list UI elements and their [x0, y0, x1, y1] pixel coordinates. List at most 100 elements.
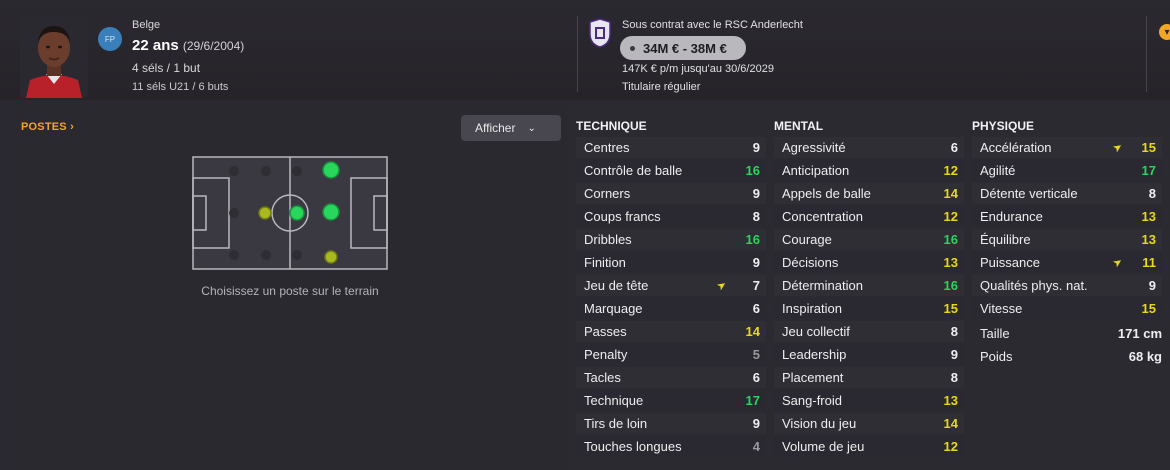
attribute-row[interactable]: Anticipation 12 — [774, 160, 964, 181]
attribute-row[interactable]: Courage 16 — [774, 229, 964, 250]
attribute-row[interactable]: Jeu de tête ➤ 7 — [576, 275, 766, 296]
nationality: Belge — [132, 19, 161, 31]
squad-status: Titulaire régulier — [622, 81, 701, 93]
attribute-row[interactable]: Technique 17 — [576, 390, 766, 411]
attribute-label: Vision du jeu — [782, 416, 857, 431]
attribute-value: 5 — [752, 347, 760, 362]
attribute-label: Concentration — [782, 209, 863, 224]
attribute-row[interactable]: Penalty 5 — [576, 344, 766, 365]
attribute-value: 17 — [1141, 163, 1156, 178]
technique-title: TECHNIQUE — [576, 119, 647, 133]
attribute-label: Corners — [584, 186, 631, 201]
attribute-value: 16 — [943, 278, 958, 293]
positions-title[interactable]: POSTES › — [21, 121, 74, 133]
attribute-value: 13 — [943, 393, 958, 408]
date-of-birth: (29/6/2004) — [182, 39, 245, 53]
chevron-down-icon: ⌄ — [527, 122, 536, 134]
attribute-row[interactable]: Leadership 9 — [774, 344, 964, 365]
attribute-label: Marquage — [584, 301, 643, 316]
attribute-value: 16 — [745, 163, 760, 178]
attribute-row[interactable]: Inspiration 15 — [774, 298, 964, 319]
attribute-value: 9 — [752, 186, 760, 201]
attribute-label: Touches longues — [584, 439, 682, 454]
attribute-row[interactable]: Coups francs 8 — [576, 206, 766, 227]
transfer-value-pill[interactable]: 34M € - 38M € — [620, 36, 746, 60]
attribute-label: Tacles — [584, 370, 621, 385]
attribute-row[interactable]: Qualités phys. nat. 9 — [972, 275, 1162, 296]
attribute-row[interactable]: Appels de balle 14 — [774, 183, 964, 204]
attribute-row[interactable]: Jeu collectif 8 — [774, 321, 964, 342]
player-avatar — [20, 14, 88, 98]
attribute-value: 15 — [943, 301, 958, 316]
attribute-label: Technique — [584, 393, 644, 408]
height-label: Taille — [980, 326, 1010, 341]
attribute-row[interactable]: Accélération ➤ 15 — [972, 137, 1162, 158]
attribute-row[interactable]: Détente verticale 8 — [972, 183, 1162, 204]
international-caps: 4 séls / 1 but — [132, 61, 201, 75]
physique-title: PHYSIQUE — [972, 119, 1035, 133]
attribute-row[interactable]: Vision du jeu 14 — [774, 413, 964, 434]
attribute-label: Décisions — [782, 255, 839, 270]
attribute-label: Contrôle de balle — [584, 163, 683, 178]
positions-pitch[interactable] — [192, 156, 388, 270]
attribute-label: Penalty — [584, 347, 628, 362]
attribute-row[interactable]: Corners 9 — [576, 183, 766, 204]
attribute-row[interactable]: Finition 9 — [576, 252, 766, 273]
wage-info: 147K € p/m jusqu'au 30/6/2029 — [622, 63, 774, 75]
attribute-value: 12 — [943, 209, 958, 224]
weight-row: Poids 68 kg — [972, 346, 1168, 367]
attribute-row[interactable]: Touches longues 4 — [576, 436, 766, 457]
contract-info[interactable]: Sous contrat avec le RSC Anderlecht — [622, 19, 803, 31]
attribute-value: 7 — [752, 278, 760, 293]
attribute-label: Finition — [584, 255, 626, 270]
attribute-label: Tirs de loin — [584, 416, 648, 431]
attribute-label: Détermination — [782, 278, 863, 293]
attribute-label: Dribbles — [584, 232, 632, 247]
attribute-row[interactable]: Placement 8 — [774, 367, 964, 388]
attribute-value: 6 — [752, 370, 760, 385]
attribute-row[interactable]: Agilité 17 — [972, 160, 1162, 181]
attribute-row[interactable]: Volume de jeu 12 — [774, 436, 964, 457]
attribute-label: Jeu collectif — [782, 324, 850, 339]
attribute-row[interactable]: Sang-froid 13 — [774, 390, 964, 411]
attribute-value: 9 — [752, 255, 760, 270]
trend-arrow-icon: ➤ — [714, 278, 729, 294]
attribute-row[interactable]: Contrôle de balle 16 — [576, 160, 766, 181]
attribute-value: 12 — [943, 163, 958, 178]
attribute-label: Appels de balle — [782, 186, 871, 201]
attribute-row[interactable]: Concentration 12 — [774, 206, 964, 227]
attribute-row[interactable]: Vitesse 15 — [972, 298, 1162, 319]
attribute-value: 9 — [752, 416, 760, 431]
age-value: 22 ans — [132, 37, 179, 54]
weight-value: 68 kg — [1128, 349, 1162, 364]
chevron-down-icon[interactable]: ▾ — [1159, 24, 1170, 40]
attribute-row[interactable]: Marquage 6 — [576, 298, 766, 319]
attribute-row[interactable]: Dribbles 16 — [576, 229, 766, 250]
attribute-row[interactable]: Tacles 6 — [576, 367, 766, 388]
pitch-hint: Choisissez un poste sur le terrain — [201, 284, 379, 298]
attribute-label: Agressivité — [782, 140, 846, 155]
attribute-label: Volume de jeu — [782, 439, 865, 454]
attribute-row[interactable]: Équilibre 13 — [972, 229, 1162, 250]
attribute-value: 11 — [1142, 255, 1156, 270]
weight-label: Poids — [980, 349, 1013, 364]
attribute-row[interactable]: Centres 9 — [576, 137, 766, 158]
attribute-row[interactable]: Détermination 16 — [774, 275, 964, 296]
attribute-value: 15 — [1141, 301, 1156, 316]
transfer-value: 34M € - 38M € — [643, 40, 727, 56]
display-dropdown[interactable]: Afficher ⌄ — [461, 115, 561, 141]
attribute-label: Accélération — [980, 140, 1052, 155]
attribute-label: Placement — [782, 370, 844, 385]
attribute-row[interactable]: Décisions 13 — [774, 252, 964, 273]
attribute-value: 15 — [1141, 140, 1156, 155]
attribute-row[interactable]: Tirs de loin 9 — [576, 413, 766, 434]
attribute-value: 8 — [950, 370, 958, 385]
attribute-label: Anticipation — [782, 163, 850, 178]
attribute-row[interactable]: Passes 14 — [576, 321, 766, 342]
attribute-value: 9 — [1148, 278, 1156, 293]
attribute-label: Leadership — [782, 347, 847, 362]
attribute-row[interactable]: Agressivité 6 — [774, 137, 964, 158]
header-divider — [577, 16, 578, 92]
attribute-row[interactable]: Puissance ➤ 11 — [972, 252, 1162, 273]
attribute-row[interactable]: Endurance 13 — [972, 206, 1162, 227]
